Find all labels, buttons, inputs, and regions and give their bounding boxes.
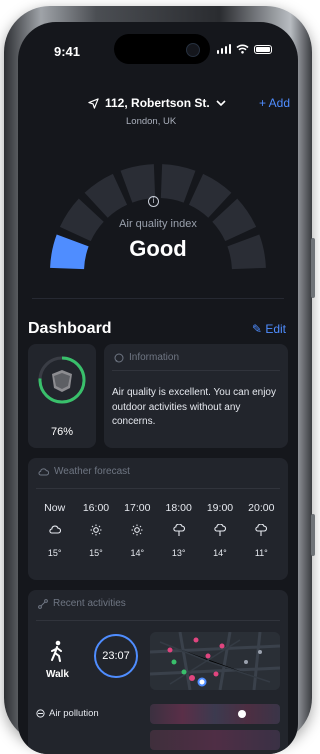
- activity-timer: 23:07: [94, 634, 138, 678]
- forecast-temp: 13°: [171, 548, 186, 558]
- battery-icon: [254, 44, 272, 54]
- power-button: [311, 238, 315, 298]
- app-screen: 9:41 112, Robertson St. London, UK + Add…: [18, 22, 298, 754]
- forecast-temp: 11°: [254, 548, 268, 558]
- status-icons: [216, 44, 272, 54]
- activities-header: Recent activities: [38, 598, 126, 609]
- information-title: Information: [129, 352, 180, 363]
- forecast-header: Weather forecast: [38, 466, 130, 477]
- air-pollution-row: Air pollution: [36, 708, 99, 719]
- cloud-icon: [34, 524, 75, 538]
- score-ring: [38, 356, 86, 404]
- edit-button[interactable]: ✎ Edit: [252, 322, 286, 336]
- forecast-temp: 14°: [130, 548, 145, 558]
- walking-person-icon: [51, 640, 63, 662]
- gauge-segment: [160, 164, 196, 203]
- walk-activity: Walk: [46, 640, 69, 680]
- forecast-grid: Now 16:00 17:00 18:00 19:00 20:00 15° 15° 14° 13°…: [34, 502, 282, 558]
- info-icon[interactable]: i: [148, 196, 159, 207]
- card-divider: [112, 370, 280, 371]
- forecast-time: 19:00: [206, 502, 234, 514]
- signal-icon: [216, 44, 231, 54]
- score-percent: 76%: [50, 426, 74, 438]
- camera-icon: [186, 43, 200, 57]
- route-map: [150, 632, 280, 690]
- chat-icon: [114, 353, 124, 362]
- cloud-outline-icon: [38, 468, 49, 476]
- forecast-time: Now: [44, 502, 66, 514]
- sun-icon: [75, 524, 116, 538]
- air-icon: [36, 709, 45, 718]
- air-mask-icon: [52, 370, 72, 392]
- rain-icon: [158, 524, 199, 538]
- information-card[interactable]: Information Air quality is excellent. Yo…: [104, 344, 288, 448]
- navigation-arrow-icon: [88, 97, 99, 109]
- rain-icon: [199, 524, 240, 538]
- pollution-bar-secondary: [150, 730, 280, 750]
- volume-button: [311, 514, 315, 556]
- edit-label: Edit: [265, 322, 286, 336]
- rain-icon: [241, 524, 282, 538]
- activities-title: Recent activities: [53, 598, 126, 609]
- recent-activities-card[interactable]: Recent activities Walk 23:07 Air polluti…: [28, 590, 288, 754]
- location-selector[interactable]: 112, Robertson St.: [88, 96, 226, 110]
- location-street: 112, Robertson St.: [105, 96, 210, 110]
- forecast-temp: 14°: [213, 548, 227, 558]
- add-location-button[interactable]: + Add: [259, 96, 290, 110]
- chevron-down-icon: [216, 99, 226, 106]
- forecast-temp: 15°: [89, 548, 103, 558]
- forecast-temp: 15°: [47, 548, 62, 558]
- information-header: Information: [114, 352, 179, 363]
- status-time: 9:41: [54, 44, 81, 59]
- pencil-icon: ✎: [251, 322, 262, 336]
- air-pollution-label: Air pollution: [49, 708, 99, 719]
- aqi-label: Air quality index: [119, 218, 197, 230]
- dashboard-title: Dashboard: [28, 320, 112, 337]
- air-pollution-bar: [150, 704, 280, 724]
- card-divider: [36, 620, 280, 621]
- forecast-time: 17:00: [124, 502, 151, 514]
- route-icon: [38, 598, 48, 609]
- activity-label: Walk: [46, 669, 69, 680]
- weather-forecast-card[interactable]: Weather forecast Now 16:00 17:00 18:00 19:00…: [28, 458, 288, 580]
- phone-frame: 9:41 112, Robertson St. London, UK + Add…: [4, 6, 315, 754]
- forecast-time: 18:00: [165, 502, 192, 514]
- pollution-marker: [238, 710, 246, 718]
- score-card[interactable]: 76%: [28, 344, 96, 448]
- location-city: London, UK: [126, 116, 177, 127]
- divider: [32, 298, 284, 299]
- activity-map[interactable]: [150, 632, 280, 690]
- sun-icon: [117, 524, 158, 538]
- information-text: Air quality is excellent. You can enjoy …: [112, 387, 276, 427]
- forecast-title: Weather forecast: [54, 466, 130, 477]
- card-divider: [36, 488, 280, 489]
- dynamic-island: [114, 34, 210, 64]
- wifi-icon: [236, 44, 249, 54]
- aqi-value: Good: [129, 236, 187, 261]
- forecast-time: 20:00: [248, 502, 275, 514]
- forecast-time: 16:00: [82, 502, 110, 514]
